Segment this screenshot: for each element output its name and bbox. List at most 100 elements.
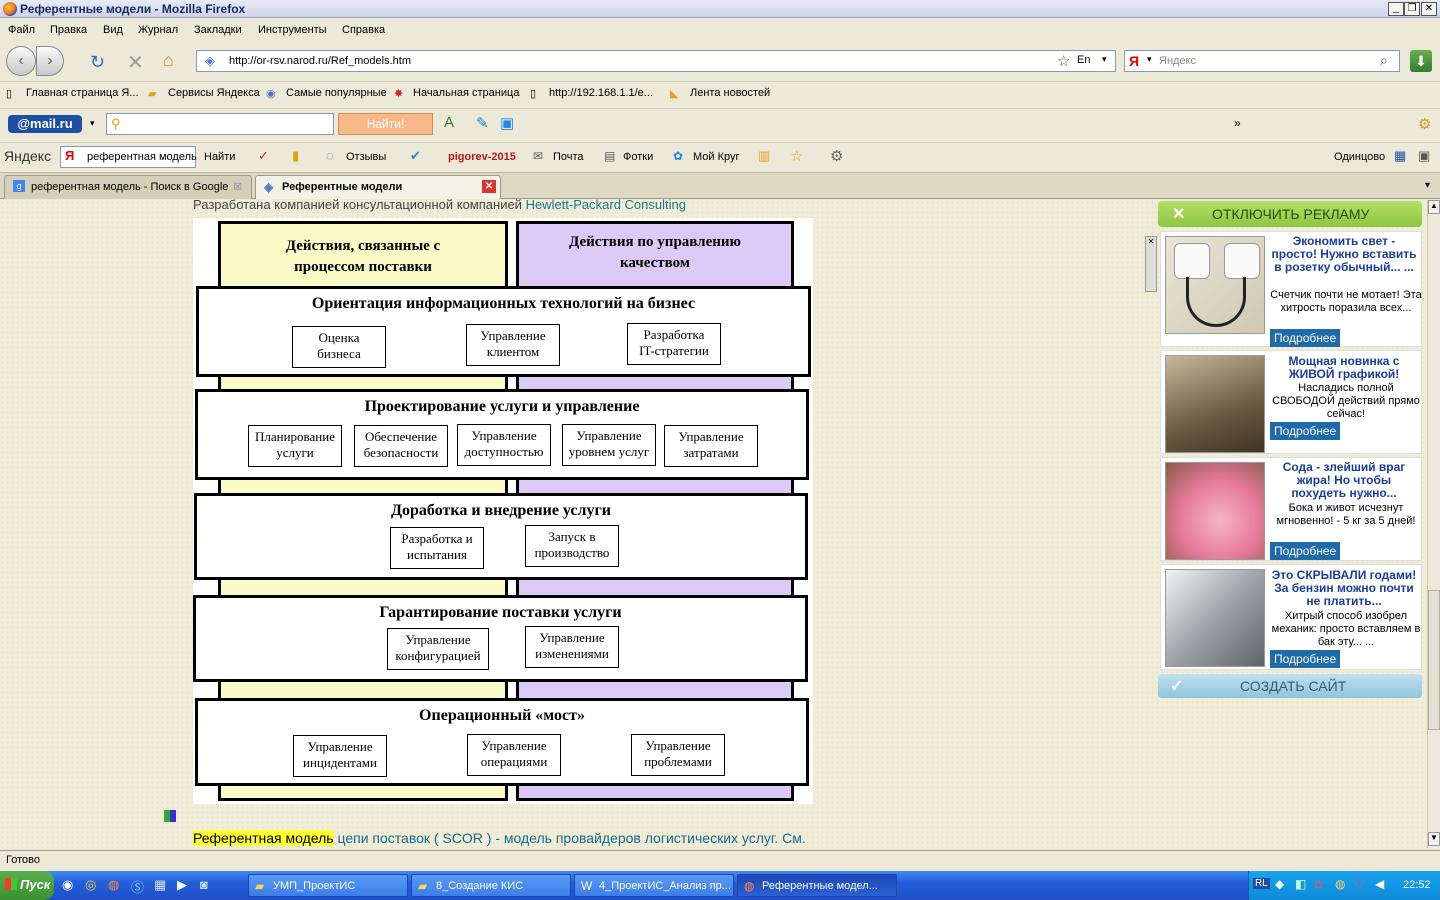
clock[interactable]: 22:52 (1403, 879, 1431, 891)
yandex-mail-button[interactable]: Почта (553, 151, 584, 163)
menu-edit[interactable]: Правка (50, 24, 87, 36)
language-indicator[interactable]: RL (1253, 878, 1270, 889)
ad-title[interactable]: Мощная новинка с ЖИВОЙ графикой! (1269, 355, 1419, 381)
site-identity-icon[interactable]: ◈ (205, 53, 215, 69)
menu-view[interactable]: Вид (103, 24, 123, 36)
search-placeholder[interactable]: Яндекс (1159, 55, 1196, 67)
ad-image-soldier[interactable] (1165, 355, 1265, 453)
volume-icon[interactable]: ◀ (1375, 877, 1384, 891)
mail-tray-icon[interactable]: ◍ (1335, 877, 1345, 891)
menu-bookmarks[interactable]: Закладки (194, 24, 242, 36)
ad-more-button[interactable]: Подробнее (1270, 329, 1341, 347)
yandex-reviews-button[interactable]: Отзывы (346, 151, 386, 163)
taskbar-item-label[interactable]: Референтные модел... (762, 880, 878, 892)
tab-list-chevron-icon[interactable]: ▾ (1425, 180, 1430, 191)
mail-agent-icon[interactable]: ◎ (85, 877, 96, 893)
ad-item[interactable]: Сода - злейший враг жира! Но чтобы похуд… (1160, 457, 1422, 561)
tab-label[interactable]: Референтные модели (282, 181, 402, 193)
back-button[interactable]: ‹ (6, 46, 36, 76)
star-icon[interactable]: ☆ (790, 147, 803, 165)
minimize-button[interactable]: _ (1388, 2, 1404, 16)
ad-title[interactable]: Это СКРЫВАЛИ годами! За бензин можно поч… (1269, 569, 1419, 608)
tab-close-icon[interactable]: ⊠ (233, 180, 242, 193)
start-button[interactable]: Пуск (0, 871, 54, 900)
ad-title[interactable]: Сода - злейший враг жира! Но чтобы похуд… (1269, 461, 1419, 500)
ad-more-button[interactable]: Подробнее (1270, 650, 1341, 668)
hp-consulting-link[interactable]: Hewlett-Packard Consulting (526, 197, 686, 212)
ad-item[interactable]: Это СКРЫВАЛИ годами! За бензин можно поч… (1160, 564, 1422, 670)
home-icon[interactable]: ⌂ (163, 50, 174, 71)
bookmark-yandex-home[interactable]: Главная страница Я... (26, 87, 139, 99)
ad-image-socket[interactable] (1165, 236, 1265, 334)
menu-tools[interactable]: Инструменты (258, 24, 327, 36)
menu-help[interactable]: Справка (342, 24, 385, 36)
translate-icon[interactable]: A (444, 114, 454, 131)
bookmark-yandex-services[interactable]: Сервисы Яндекса (168, 87, 260, 99)
bookmark-start-page[interactable]: Начальная страница (413, 87, 519, 99)
tab-close-icon[interactable]: ✕ (482, 180, 496, 193)
yandex-logo-icon[interactable]: Я (1129, 53, 1139, 69)
chrome-icon[interactable]: ◉ (62, 877, 73, 893)
cart-icon[interactable]: ▥ (758, 148, 770, 164)
bottom-text[interactable]: цепи поставок ( SCOR ) - модель провайде… (334, 830, 805, 846)
start-label[interactable]: Пуск (20, 877, 50, 892)
media-player-icon[interactable]: ▶ (177, 877, 187, 893)
ad-title[interactable]: Экономить свет - просто! Нужно вставить … (1269, 235, 1419, 274)
download-icon[interactable]: ⬇ (1410, 50, 1432, 72)
disable-ads-button[interactable]: ✕ ОТКЛЮЧИТЬ РЕКЛАМУ (1158, 201, 1422, 227)
scroll-up-arrow-icon[interactable]: ▲ (1428, 200, 1440, 214)
firefox-icon[interactable]: ◍ (108, 877, 119, 893)
highlighted-term[interactable]: Референтная модель (193, 830, 334, 846)
ad-item[interactable]: Экономить свет - просто! Нужно вставить … (1160, 231, 1422, 347)
reload-icon[interactable]: ↻ (90, 52, 105, 73)
scroll-down-arrow-icon[interactable]: ▼ (1428, 832, 1440, 846)
mailru-find-button[interactable]: Найти! (338, 113, 433, 135)
disable-ads-label[interactable]: ОТКЛЮЧИТЬ РЕКЛАМУ (1212, 206, 1369, 222)
vertical-scrollbar[interactable]: ▲ ▼ (1427, 200, 1440, 848)
ad-side-handle[interactable]: ✕ (1145, 236, 1157, 292)
stop-icon[interactable]: ✕ (127, 50, 144, 75)
url-text[interactable]: http://or-rsv.narod.ru/Ref_models.htm (229, 55, 411, 67)
ad-more-button[interactable]: Подробнее (1270, 422, 1341, 440)
taskbar-item-kis[interactable]: ▰ 8_Создание КИС (411, 874, 571, 897)
calculator-icon[interactable]: ▦ (154, 877, 166, 893)
menu-file[interactable]: Файл (8, 24, 35, 36)
tray-app-icon[interactable]: ◧ (1295, 877, 1306, 891)
gear-icon[interactable]: ⚙ (830, 147, 843, 165)
search-icon[interactable]: ⌕ (1380, 52, 1388, 69)
taskbar-item-label[interactable]: УМП_ПроектИС (273, 880, 355, 892)
spellcheck-icon[interactable]: ✓ (258, 148, 269, 164)
yandex-logo[interactable]: Яндекс (4, 148, 51, 164)
mailru-logo[interactable]: @mail.ru (8, 115, 82, 133)
ad-image-drink[interactable] (1165, 462, 1265, 560)
taskbar-item-firefox[interactable]: ◍ Референтные модел... (737, 874, 897, 897)
yandex-user[interactable]: pigorev-2015 (448, 151, 516, 163)
tab-reference-models[interactable]: ◈ Референтные модели ✕ (255, 175, 501, 199)
yandex-query-input[interactable]: Я референтная модель (60, 146, 197, 168)
skype-icon[interactable]: Ⓢ (131, 877, 144, 896)
yandex-city[interactable]: Одинцово (1334, 151, 1385, 163)
lang-indicator[interactable]: En (1077, 54, 1090, 66)
create-site-label[interactable]: СОЗДАТЬ САЙТ (1240, 678, 1346, 694)
bookmark-router[interactable]: http://192.168.1.1/e... (549, 87, 653, 99)
screenshot-icon[interactable]: ▣ (500, 114, 514, 132)
taskbar-item-word-doc[interactable]: W 4_ПроектИС_Анализ пр... (574, 874, 734, 897)
ad-more-button[interactable]: Подробнее (1270, 542, 1341, 560)
menu-history[interactable]: Журнал (138, 24, 178, 36)
settings-gear-icon[interactable]: ⚙ (1418, 115, 1431, 133)
overflow-chevron-icon[interactable]: » (1234, 116, 1241, 130)
antivirus-icon[interactable]: ◘ (1315, 877, 1322, 891)
network-icon[interactable]: ◆ (1275, 877, 1284, 891)
tab-google-search[interactable]: g референтная модель - Поиск в Google ⊠ (4, 175, 252, 199)
mailru-search-input[interactable]: ⚲ (106, 113, 334, 135)
bookmark-star-icon[interactable]: ☆ (1057, 52, 1070, 70)
tab-label[interactable]: референтная модель - Поиск в Google (31, 181, 228, 193)
mailru-dropdown-icon[interactable]: ▾ (90, 118, 95, 129)
yandex-query-text[interactable]: референтная модель (87, 151, 197, 163)
url-dropdown-icon[interactable]: ▾ (1102, 54, 1107, 65)
window-icon[interactable]: ▣ (1418, 148, 1430, 164)
marker-icon[interactable]: ✎ (476, 114, 489, 132)
yandex-photos-button[interactable]: Фотки (623, 151, 653, 163)
url-bar[interactable]: ◈ http://or-rsv.narod.ru/Ref_models.htm … (196, 50, 1116, 72)
scrollbar-thumb[interactable] (1428, 590, 1440, 730)
